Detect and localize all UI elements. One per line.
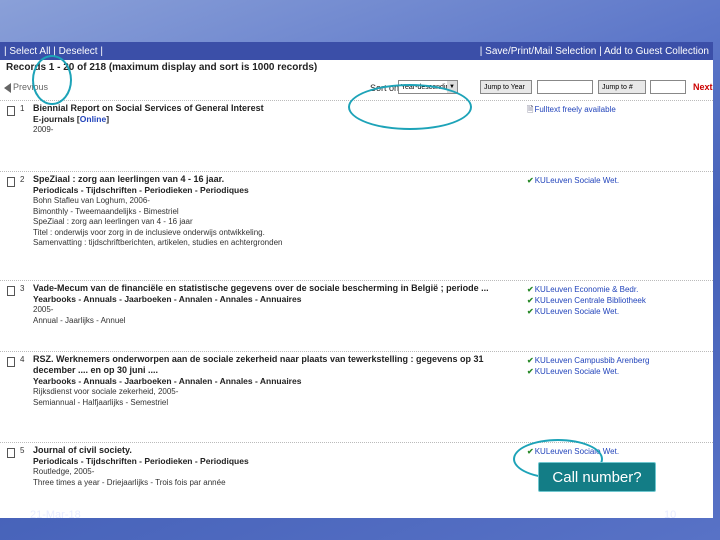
record-body: Vade-Mecum van de financiële en statisti… [33,283,513,326]
holding-item[interactable]: ✔KULeuven Economie & Bedr. [527,284,646,295]
record-row: 3 Vade-Mecum van de financiële en statist… [0,280,713,351]
record-number: 2 [20,175,25,184]
holding-item[interactable]: ✔KULeuven Sociale Wet. [527,366,649,377]
record-body: SpeZiaal : zorg aan leerlingen van 4 - 1… [33,174,513,249]
record-detail-line: 2005- [33,305,54,314]
holding-location: KULeuven Campusbib Arenberg [534,356,650,365]
annotation-oval-sort [348,84,472,130]
record-checkbox[interactable] [7,448,15,458]
record-number: 1 [20,104,25,113]
check-icon: ✔ [527,367,534,376]
holding-location: KULeuven Centrale Bibliotheek [534,296,646,305]
holding-location: KULeuven Sociale Wet. [534,176,620,185]
record-body: Journal of civil society. Periodicals - T… [33,445,513,488]
check-icon: ✔ [527,176,534,185]
holding-location: KULeuven Economie & Bedr. [534,285,639,294]
holding-location: KULeuven Sociale Wet. [534,367,620,376]
check-icon: ✔ [527,285,534,294]
record-body: RSZ. Werknemers onderworpen aan de socia… [33,354,513,408]
online-link[interactable]: Online [80,114,106,124]
record-holdings: ✔KULeuven Campusbib Arenberg ✔KULeuven So… [527,355,649,377]
record-holdings: ✔KULeuven Economie & Bedr. ✔KULeuven Cent… [527,284,646,317]
record-type-label: E-journals [33,114,75,124]
slide-date: 21-Mar-18 [30,509,81,521]
record-checkbox[interactable] [7,106,15,116]
record-type: Yearbooks - Annuals - Jaarboeken - Annal… [33,294,513,305]
check-icon: ✔ [527,307,534,316]
record-number: 5 [20,446,25,455]
record-title[interactable]: SpeZiaal : zorg aan leerlingen van 4 - 1… [33,174,513,185]
record-detail-line: Samenvatting : tijdschriftberichten, art… [33,238,283,247]
record-number: 4 [20,355,25,364]
record-holdings: ✔KULeuven Sociale Wet. [527,175,619,186]
record-detail-line: Bimonthly - Tweemaandelijks - Bimestriel [33,206,179,216]
jump-to-number-button[interactable]: Jump to # [598,80,646,94]
record-list: 1 Biennial Report on Social Services of G… [0,100,713,505]
record-title[interactable]: Vade-Mecum van de financiële en statisti… [33,283,513,294]
holding-item[interactable]: ✔KULeuven Sociale Wet. [527,175,619,186]
holding-location: KULeuven Sociale Wet. [534,307,620,316]
jump-to-year-button[interactable]: Jump to Year [480,80,532,94]
record-type: Periodicals - Tijdschriften - Periodieke… [33,185,513,196]
record-row: 2 SpeZiaal : zorg aan leerlingen van 4 - … [0,171,713,280]
slide-number: 10 [664,509,677,521]
holding-item[interactable]: ✔KULeuven Sociale Wet. [527,306,646,317]
annotation-oval-records [32,55,72,105]
record-title[interactable]: Journal of civil society. [33,445,513,456]
records-count: Records 1 - 20 of 218 (maximum display a… [6,62,318,73]
record-detail-line: Titel : onderwijs voor zorg in de inclus… [33,227,265,237]
save-print-mail-links[interactable]: | Save/Print/Mail Selection | Add to Gue… [480,46,709,57]
record-type: Yearbooks - Annuals - Jaarboeken - Annal… [33,376,513,387]
record-detail-line: Rijksdienst voor sociale zekerheid, 2005… [33,387,179,396]
selection-toolbar: | Select All | Deselect | | Save/Print/M… [0,42,713,60]
jump-year-input[interactable] [537,80,593,94]
record-type-label: Periodicals - Tijdschriften - Periodieke… [33,456,249,466]
record-detail-line: SpeZiaal : zorg aan leerlingen van 4 - 1… [33,217,193,226]
check-icon: ✔ [527,296,534,305]
record-type-label: Yearbooks - Annuals - Jaarboeken - Annal… [33,376,302,386]
record-type-label: Periodicals - Tijdschriften - Periodieke… [33,185,249,195]
call-number-callout: Call number? [538,462,656,492]
holding-location: Fulltext freely available [534,105,616,114]
record-checkbox[interactable] [7,357,15,367]
record-detail-line: Three times a year - Driejaarlijks - Tro… [33,477,226,487]
record-row: 4 RSZ. Werknemers onderworpen aan de soci… [0,351,713,442]
holding-item[interactable]: ✔KULeuven Centrale Bibliotheek [527,295,646,306]
record-checkbox[interactable] [7,177,15,187]
record-detail-line: Routledge, 2005- [33,467,95,476]
record-type-label: Yearbooks - Annuals - Jaarboeken - Annal… [33,294,302,304]
record-detail-line: Semiannual - Halfjaarlijks - Semestriel [33,397,169,407]
record-detail-line: Bohn Stafleu van Loghum, 2006- [33,196,150,205]
check-icon: ✔ [527,356,534,365]
record-type: Periodicals - Tijdschriften - Periodieke… [33,456,513,467]
record-checkbox[interactable] [7,286,15,296]
callout-text: Call number? [552,469,642,486]
jump-number-input[interactable] [650,80,686,94]
document-icon: 🗎 [527,105,534,114]
holding-item[interactable]: ✔KULeuven Campusbib Arenberg [527,355,649,366]
record-holdings: 🗎Fulltext freely available [527,104,616,115]
next-link[interactable]: Next [693,82,713,92]
record-number: 3 [20,284,25,293]
record-title[interactable]: RSZ. Werknemers onderworpen aan de socia… [33,354,513,376]
holding-item[interactable]: 🗎Fulltext freely available [527,104,616,115]
left-arrow-icon [4,82,11,93]
record-detail-line: Annual - Jaarlijks - Annuel [33,315,126,325]
